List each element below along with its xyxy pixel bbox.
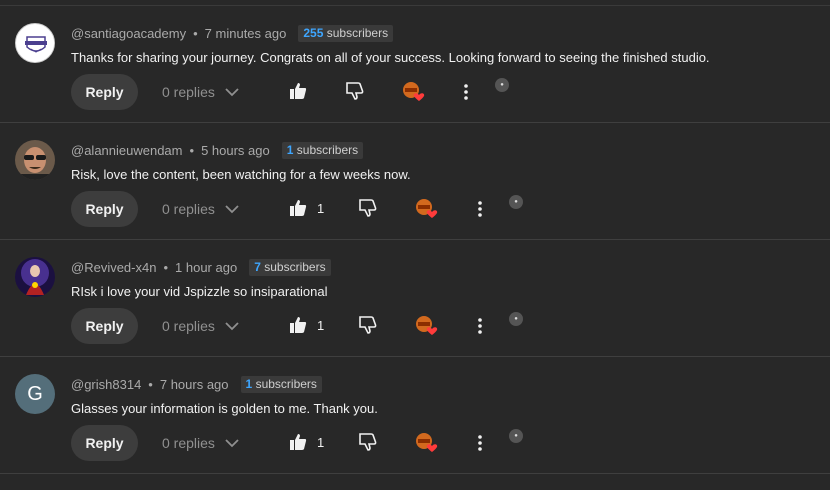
thumbs-down-icon[interactable] (359, 199, 377, 217)
subscriber-label: subscribers (326, 25, 389, 40)
subscriber-count: 1 (286, 142, 294, 157)
meta-separator: • (189, 142, 195, 158)
comment-actions: Reply 0 replies 1 ● (71, 191, 821, 227)
thumbs-up-icon (290, 200, 307, 216)
academy-logo-icon (17, 25, 54, 62)
author-handle[interactable]: @grish8314 (71, 377, 141, 392)
more-options-icon[interactable] (470, 199, 490, 219)
replies-count: 0 replies (162, 84, 215, 100)
subscriber-count: 1 (245, 376, 253, 391)
avatar[interactable] (15, 23, 55, 63)
extension-icon[interactable]: ● (495, 78, 509, 92)
subscriber-badge: 1 subscribers (240, 375, 322, 393)
meta-separator: • (163, 259, 169, 275)
thumbs-up-icon (290, 83, 307, 99)
subscriber-label: subscribers (264, 259, 326, 274)
creator-heart-icon (414, 197, 440, 221)
reply-button[interactable]: Reply (71, 191, 138, 227)
timestamp[interactable]: 7 hours ago (160, 377, 229, 392)
author-handle[interactable]: @santiagoacademy (71, 26, 186, 41)
comment-item: @Revived-x4n • 1 hour ago 7 subscribers … (0, 239, 830, 357)
like-button[interactable]: 1 (289, 199, 324, 217)
like-button[interactable]: 1 (289, 316, 324, 334)
more-options-icon[interactable] (456, 82, 476, 102)
comment-meta: @grish8314 • 7 hours ago 1 subscribers (71, 375, 322, 393)
replies-toggle[interactable]: 0 replies (162, 74, 239, 110)
like-button[interactable]: 1 (289, 433, 324, 451)
creator-heart-icon (414, 314, 440, 338)
creator-heart-icon (414, 431, 440, 455)
comment-text: RIsk i love your vid Jspizzle so insipar… (71, 284, 328, 299)
thumbs-up-icon (290, 317, 307, 333)
chevron-down-icon (225, 205, 239, 214)
replies-count: 0 replies (162, 201, 215, 217)
subscriber-badge: 1 subscribers (281, 141, 364, 159)
replies-toggle[interactable]: 0 replies (162, 425, 239, 461)
extension-icon[interactable]: ● (509, 195, 523, 209)
comment-item: G @grish8314 • 7 hours ago 1 subscribers… (0, 356, 830, 474)
comment-item: @alannieuwendam • 5 hours ago 1 subscrib… (0, 122, 830, 240)
creator-heart-icon (401, 80, 427, 104)
comment-text: Risk, love the content, been watching fo… (71, 167, 411, 182)
thumbs-up-icon (290, 434, 307, 450)
meta-separator: • (148, 376, 153, 392)
replies-count: 0 replies (162, 435, 215, 451)
timestamp[interactable]: 5 hours ago (201, 143, 270, 158)
replies-count: 0 replies (162, 318, 215, 334)
comment-text: Glasses your information is golden to me… (71, 401, 378, 416)
like-button[interactable] (289, 82, 317, 100)
more-options-icon[interactable] (470, 433, 490, 453)
author-handle[interactable]: @alannieuwendam (71, 143, 183, 158)
subscriber-badge: 255 subscribers (298, 24, 394, 42)
avatar[interactable] (15, 140, 55, 180)
subscriber-count: 7 (254, 259, 261, 274)
avatar[interactable]: G (15, 374, 55, 414)
user-artwork-icon (15, 257, 55, 297)
comment-meta: @Revived-x4n • 1 hour ago 7 subscribers (71, 258, 331, 276)
comment-text: Thanks for sharing your journey. Congrat… (71, 50, 710, 65)
comment-meta: @alannieuwendam • 5 hours ago 1 subscrib… (71, 141, 364, 159)
meta-separator: • (193, 25, 198, 41)
like-count: 1 (317, 200, 325, 216)
subscriber-label: subscribers (296, 142, 359, 157)
comment-actions: Reply 0 replies 1 ● (71, 425, 821, 461)
more-options-icon[interactable] (470, 316, 490, 336)
timestamp[interactable]: 7 minutes ago (205, 26, 287, 41)
timestamp[interactable]: 1 hour ago (175, 260, 237, 275)
reply-button[interactable]: Reply (71, 425, 138, 461)
thumbs-down-icon[interactable] (359, 316, 377, 334)
thumbs-down-icon[interactable] (346, 82, 364, 100)
avatar[interactable] (15, 257, 55, 297)
replies-toggle[interactable]: 0 replies (162, 308, 239, 344)
extension-icon[interactable]: ● (509, 312, 523, 326)
user-photo-icon (15, 140, 55, 180)
chevron-down-icon (225, 439, 239, 448)
extension-icon[interactable]: ● (509, 429, 523, 443)
chevron-down-icon (225, 322, 239, 331)
replies-toggle[interactable]: 0 replies (162, 191, 239, 227)
like-count: 1 (317, 317, 325, 333)
comment-actions: Reply 0 replies 1 ● (71, 308, 821, 344)
like-count: 1 (317, 434, 325, 450)
avatar-letter: G (27, 382, 43, 405)
author-handle[interactable]: @Revived-x4n (71, 260, 156, 275)
reply-button[interactable]: Reply (71, 308, 138, 344)
comment-actions: Reply 0 replies ● (71, 74, 821, 110)
reply-button[interactable]: Reply (71, 74, 138, 110)
comment-meta: @santiagoacademy • 7 minutes ago 255 sub… (71, 24, 394, 42)
chevron-down-icon (225, 88, 239, 97)
thumbs-down-icon[interactable] (359, 433, 377, 451)
subscriber-label: subscribers (255, 376, 317, 391)
subscriber-badge: 7 subscribers (249, 258, 331, 276)
subscriber-count: 255 (303, 25, 324, 40)
comment-item: @santiagoacademy • 7 minutes ago 255 sub… (0, 5, 830, 123)
